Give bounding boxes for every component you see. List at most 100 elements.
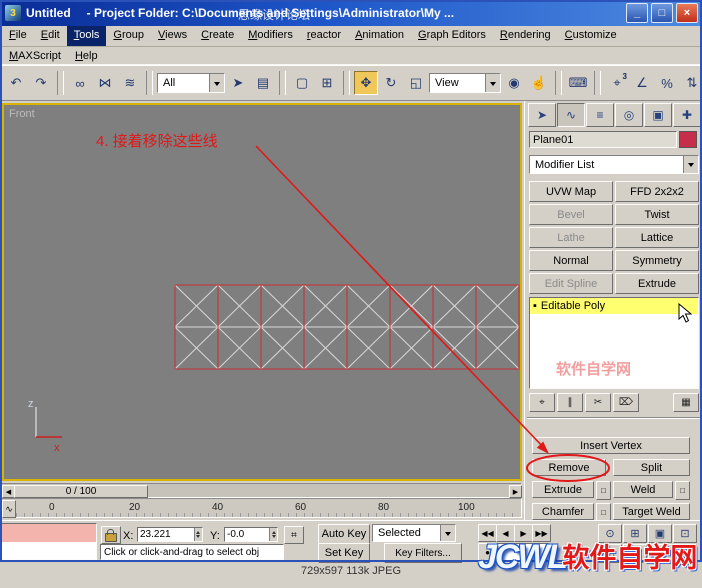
- redo-icon[interactable]: ↷: [29, 71, 53, 95]
- hierarchy-tab-icon[interactable]: ≡: [586, 103, 614, 127]
- chevron-down-icon[interactable]: [485, 74, 500, 92]
- unlink-selection-icon[interactable]: ⋈: [93, 71, 117, 95]
- create-tab-icon[interactable]: ➤: [528, 103, 556, 127]
- set-key-button[interactable]: Set Key: [318, 543, 370, 563]
- symmetry-button[interactable]: Symmetry: [615, 250, 699, 271]
- configure-modifier-sets-icon[interactable]: ▦: [673, 393, 699, 412]
- target-weld-button[interactable]: Target Weld: [613, 503, 690, 520]
- zoom-all-icon[interactable]: ⊞: [623, 524, 647, 543]
- y-coordinate-field[interactable]: [224, 527, 278, 542]
- twist-button[interactable]: Twist: [615, 204, 699, 225]
- menu-item-animation[interactable]: Animation: [348, 26, 411, 46]
- menu-item-create[interactable]: Create: [194, 26, 241, 46]
- menu-item-maxscript[interactable]: MAXScript: [2, 47, 68, 64]
- uvw-map-button[interactable]: UVW Map: [529, 181, 613, 202]
- maxscript-mini-listener[interactable]: [1, 523, 97, 560]
- key-mode-toggle[interactable]: ●: [478, 543, 497, 561]
- lattice-button[interactable]: Lattice: [615, 227, 699, 248]
- snaps-toggle-icon[interactable]: ⌖ 3: [605, 71, 629, 95]
- undo-icon[interactable]: ↶: [4, 71, 28, 95]
- weld-settings-icon[interactable]: □: [675, 481, 690, 500]
- chevron-down-icon[interactable]: [683, 156, 698, 173]
- arc-rotate-icon[interactable]: ↻: [648, 544, 672, 563]
- select-and-manipulate-icon[interactable]: ☝: [527, 71, 551, 95]
- minimize-button[interactable]: _: [626, 3, 648, 23]
- menu-item-rendering[interactable]: Rendering: [493, 26, 558, 46]
- menu-item-views[interactable]: Views: [151, 26, 194, 46]
- chamfer-button[interactable]: Chamfer: [532, 503, 594, 520]
- transform-typein-toggle[interactable]: ⌗: [284, 526, 304, 544]
- menu-item-tools[interactable]: Tools: [66, 26, 107, 46]
- modify-tab-icon[interactable]: ∿: [557, 103, 585, 127]
- extrude-button[interactable]: Extrude: [532, 481, 594, 498]
- select-and-link-icon[interactable]: ∞: [68, 71, 92, 95]
- zoom-icon[interactable]: ⊙: [598, 524, 622, 543]
- utilities-tab-icon[interactable]: ✚: [673, 103, 701, 127]
- menu-item-customize[interactable]: Customize: [558, 26, 624, 46]
- edit-spline-button[interactable]: Edit Spline: [529, 273, 613, 294]
- chevron-down-icon[interactable]: [209, 74, 224, 92]
- auto-key-button[interactable]: Auto Key: [318, 524, 370, 544]
- normal-button[interactable]: Normal: [529, 250, 613, 271]
- menu-item-edit[interactable]: Edit: [34, 26, 67, 46]
- keyboard-shortcut-override-icon[interactable]: ⌨: [566, 71, 590, 95]
- object-color-swatch[interactable]: [679, 131, 697, 148]
- go-to-start-button[interactable]: ◀◀: [478, 524, 497, 542]
- pin-stack-icon[interactable]: ⌖: [529, 393, 555, 412]
- front-viewport[interactable]: Front z x: [2, 103, 522, 481]
- extrude-settings-icon[interactable]: □: [596, 481, 611, 500]
- time-slider-right-arrow[interactable]: ▶: [509, 485, 522, 498]
- lathe-button[interactable]: Lathe: [529, 227, 613, 248]
- previous-frame-button[interactable]: ◀: [496, 524, 515, 542]
- menu-item-reactor[interactable]: reactor: [300, 26, 348, 46]
- insert-vertex-button[interactable]: Insert Vertex: [532, 437, 690, 454]
- menu-item-graph-editors[interactable]: Graph Editors: [411, 26, 493, 46]
- bind-to-space-warp-icon[interactable]: ≋: [118, 71, 142, 95]
- pan-icon[interactable]: ✥: [623, 544, 647, 563]
- angle-snap-icon[interactable]: ∠: [630, 71, 654, 95]
- track-bar[interactable]: ∿ 0 20 40 60 80 100: [0, 498, 522, 518]
- show-end-result-icon[interactable]: ∥: [557, 393, 583, 412]
- time-slider-thumb[interactable]: 0 / 100: [14, 485, 148, 498]
- key-filters-button[interactable]: Key Filters...: [384, 543, 462, 563]
- spinner-snap-icon[interactable]: ⇅: [680, 71, 702, 95]
- remove-modifier-icon[interactable]: ⌦: [613, 393, 639, 412]
- bevel-button[interactable]: Bevel: [529, 204, 613, 225]
- stack-item-editable-poly[interactable]: ▪ Editable Poly: [530, 298, 698, 314]
- object-name-field[interactable]: [529, 131, 677, 148]
- menu-item-modifiers[interactable]: Modifiers: [241, 26, 300, 46]
- named-selection-dropdown[interactable]: Selected: [372, 524, 456, 542]
- window-crossing-toggle-icon[interactable]: ⊞: [315, 71, 339, 95]
- close-button[interactable]: ×: [676, 3, 698, 23]
- current-frame-field[interactable]: 0: [497, 543, 549, 561]
- menu-item-help[interactable]: Help: [68, 47, 105, 64]
- weld-button[interactable]: Weld: [613, 481, 673, 498]
- selection-filter-dropdown[interactable]: All: [157, 73, 225, 93]
- remove-button[interactable]: Remove: [532, 459, 606, 476]
- spinner-icon[interactable]: [193, 528, 202, 541]
- extrude-modifier-button[interactable]: Extrude: [615, 273, 699, 294]
- time-slider[interactable]: ◀ 0 / 100 ▶: [0, 483, 522, 498]
- zoom-extents-icon[interactable]: ▣: [648, 524, 672, 543]
- make-unique-icon[interactable]: ✂: [585, 393, 611, 412]
- select-and-rotate-icon[interactable]: ↻: [379, 71, 403, 95]
- modifier-list-dropdown[interactable]: Modifier List: [529, 155, 699, 174]
- spinner-icon[interactable]: [269, 528, 277, 541]
- region-zoom-icon[interactable]: ◱: [598, 544, 622, 563]
- rectangular-selection-region-icon[interactable]: ▢: [290, 71, 314, 95]
- motion-tab-icon[interactable]: ◎: [615, 103, 643, 127]
- display-tab-icon[interactable]: ▣: [644, 103, 672, 127]
- select-and-scale-icon[interactable]: ◱: [404, 71, 428, 95]
- maximize-button[interactable]: □: [651, 3, 673, 23]
- select-by-name-icon[interactable]: ▤: [251, 71, 275, 95]
- chevron-down-icon[interactable]: [440, 525, 455, 541]
- mini-curve-editor-icon[interactable]: ∿: [2, 500, 16, 518]
- reference-coordinate-dropdown[interactable]: View: [429, 73, 501, 93]
- select-and-move-icon[interactable]: ✥: [354, 71, 378, 95]
- menu-item-file[interactable]: File: [2, 26, 34, 46]
- ffd-2x2x2-button[interactable]: FFD 2x2x2: [615, 181, 699, 202]
- maximize-viewport-toggle-icon[interactable]: ◧: [673, 544, 697, 563]
- lock-selection-toggle[interactable]: [101, 526, 121, 544]
- x-coordinate-field[interactable]: [137, 527, 203, 542]
- split-button[interactable]: Split: [613, 459, 690, 476]
